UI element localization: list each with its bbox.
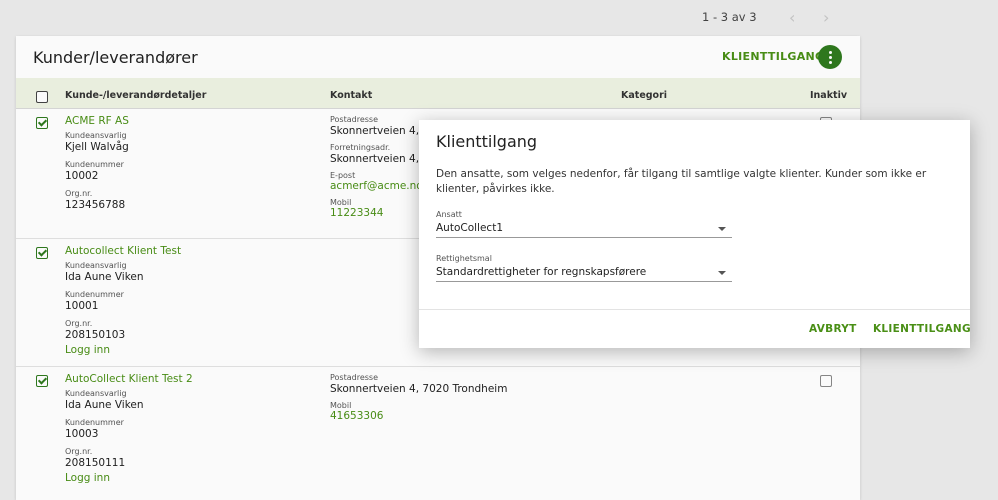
rights-template-field: Rettighetsmal Standardrettigheter for re…	[436, 254, 732, 282]
employee-value: AutoCollect1	[436, 222, 503, 234]
dropdown-arrow-icon	[718, 271, 726, 275]
rights-template-select[interactable]: Standardrettigheter for regnskapsførere	[436, 266, 732, 282]
client-access-dialog: Klienttilgang Den ansatte, som velges ne…	[419, 120, 971, 348]
dropdown-arrow-icon	[718, 227, 726, 231]
cancel-button[interactable]: AVBRYT	[809, 323, 857, 335]
rights-template-label: Rettighetsmal	[436, 254, 492, 263]
dialog-description: Den ansatte, som velges nedenfor, får ti…	[436, 168, 927, 195]
employee-select[interactable]: AutoCollect1	[436, 222, 732, 238]
employee-field: Ansatt AutoCollect1	[436, 210, 732, 238]
rights-template-value: Standardrettigheter for regnskapsførere	[436, 266, 647, 278]
dialog-divider	[419, 309, 970, 310]
dialog-title: Klienttilgang	[436, 132, 538, 151]
employee-label: Ansatt	[436, 210, 462, 219]
confirm-client-access-button[interactable]: KLIENTTILGANG	[873, 323, 971, 335]
